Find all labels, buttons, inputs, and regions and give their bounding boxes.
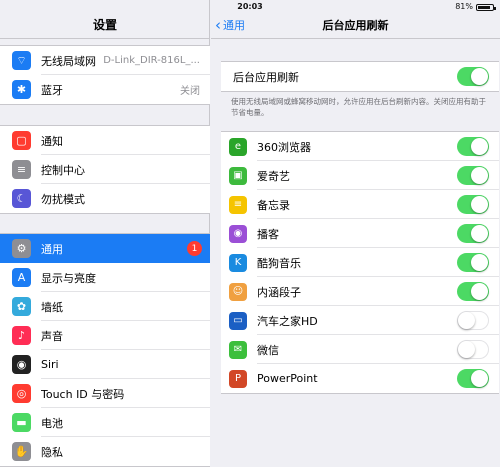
sidebar-item-sounds[interactable]: ♪ 声音 (0, 321, 210, 350)
app-refresh-list: e 360浏览器 ▣ 爱奇艺 ≡ 备忘录 ◉ 播客 K 酷狗音乐 ☺ 内涵段子 ▭ 汽车之家HD ✉ 微信 P P… (221, 131, 499, 394)
app-refresh-toggle[interactable] (457, 282, 489, 301)
app-refresh-toggle[interactable] (457, 137, 489, 156)
page-title: 后台应用刷新 (322, 19, 389, 32)
touch-id-icon: ◎ (12, 384, 31, 403)
sidebar-item-label: 隐私 (41, 445, 63, 459)
podcasts-icon: ◉ (229, 224, 247, 243)
app-row-podcasts: ◉ 播客 (221, 219, 499, 248)
app-refresh-toggle[interactable] (457, 311, 489, 330)
sidebar-item-label: 蓝牙 (41, 83, 63, 97)
app-row-browser-360: e 360浏览器 (221, 132, 499, 161)
sidebar-item-value: 关闭 (180, 86, 200, 97)
sidebar-title: 设置 (92, 18, 117, 32)
wallpaper-icon: ✿ (12, 297, 31, 316)
sidebar-group-connectivity: ⌔ 无线局域网 D-Link_DIR-816L_... ✱ 蓝牙 关闭 (0, 45, 210, 105)
sidebar-item-wallpaper[interactable]: ✿ 墙纸 (0, 292, 210, 321)
siri-icon: ◉ (12, 355, 31, 374)
master-toggle-group: 后台应用刷新 (221, 61, 499, 92)
sidebar-item-label: 电池 (41, 416, 63, 430)
app-refresh-toggle[interactable] (457, 369, 489, 388)
iqiyi-icon: ▣ (229, 166, 247, 185)
sidebar-group-notifications: ▢ 通知 ≡ 控制中心 ☾ 勿扰模式 (0, 125, 210, 214)
sidebar-item-siri[interactable]: ◉ Siri (0, 350, 210, 379)
app-row-autohome: ▭ 汽车之家HD (221, 306, 499, 335)
sidebar-item-battery[interactable]: ▬ 电池 (0, 408, 210, 437)
sidebar-item-notifications[interactable]: ▢ 通知 (0, 126, 210, 155)
settings-sidebar: 设置 ⌔ 无线局域网 D-Link_DIR-816L_... ✱ 蓝牙 关闭 ▢ 通知 ≡ 控制… (0, 0, 210, 467)
browser-360-icon: e (229, 137, 247, 156)
sidebar-item-control-center[interactable]: ≡ 控制中心 (0, 155, 210, 184)
app-name: 微信 (257, 343, 279, 357)
master-refresh-toggle[interactable] (457, 67, 489, 86)
autohome-icon: ▭ (229, 311, 247, 330)
sidebar-item-wifi[interactable]: ⌔ 无线局域网 D-Link_DIR-816L_... (0, 46, 210, 75)
app-name: 爱奇艺 (257, 169, 290, 183)
sidebar-item-display-brightness[interactable]: A 显示与亮度 (0, 263, 210, 292)
sidebar-item-do-not-disturb[interactable]: ☾ 勿扰模式 (0, 184, 210, 213)
master-refresh-row: 后台应用刷新 (221, 62, 499, 91)
divider (211, 38, 500, 39)
battery-icon: ▬ (12, 413, 31, 432)
kugou-music-icon: K (229, 253, 247, 272)
bluetooth-icon: ✱ (12, 80, 31, 99)
sidebar-item-touch-id[interactable]: ◎ Touch ID 与密码 (0, 379, 210, 408)
app-row-wechat: ✉ 微信 (221, 335, 499, 364)
sidebar-group-general: ⚙ 通用 1 A 显示与亮度 ✿ 墙纸 ♪ 声音 ◉ Siri ◎ Touch ID 与密码 ▬ 电池 ✋ 隐私 (0, 233, 210, 467)
app-row-notes: ≡ 备忘录 (221, 190, 499, 219)
sidebar-item-privacy-hand[interactable]: ✋ 隐私 (0, 437, 210, 466)
update-badge: 1 (187, 241, 202, 256)
notes-icon: ≡ (229, 195, 247, 214)
sidebar-item-label: 通知 (41, 134, 63, 148)
wechat-icon: ✉ (229, 340, 247, 359)
app-name: 备忘录 (257, 198, 290, 212)
app-name: 360浏览器 (257, 140, 311, 154)
refresh-description: 使用无线局域网或蜂窝移动网时，允许应用在后台刷新内容。关闭应用有助于节省电量。 (231, 97, 486, 117)
app-name: 播客 (257, 227, 279, 241)
background-refresh-pane: ‹ 通用 后台应用刷新 后台应用刷新 使用无线局域网或蜂窝移动网时，允许应用在后… (211, 0, 500, 467)
app-refresh-toggle[interactable] (457, 340, 489, 359)
app-name: 汽车之家HD (257, 314, 318, 328)
app-row-kugou-music: K 酷狗音乐 (221, 248, 499, 277)
control-center-icon: ≡ (12, 160, 31, 179)
sidebar-item-value: D-Link_DIR-816L_... (103, 55, 200, 66)
sidebar-item-label: 声音 (41, 329, 63, 343)
sidebar-item-general-gear[interactable]: ⚙ 通用 1 (0, 234, 210, 263)
powerpoint-icon: P (229, 369, 247, 388)
notifications-icon: ▢ (12, 131, 31, 150)
privacy-hand-icon: ✋ (12, 442, 31, 461)
sidebar-item-label: Touch ID 与密码 (41, 387, 125, 401)
app-row-powerpoint: P PowerPoint (221, 364, 499, 393)
sidebar-item-label: 控制中心 (41, 163, 85, 177)
app-row-neihan-duanzi: ☺ 内涵段子 (221, 277, 499, 306)
sidebar-item-label: 无线局域网 (41, 54, 96, 68)
do-not-disturb-icon: ☾ (12, 189, 31, 208)
app-refresh-toggle[interactable] (457, 224, 489, 243)
app-refresh-toggle[interactable] (457, 253, 489, 272)
app-refresh-toggle[interactable] (457, 166, 489, 185)
master-refresh-label: 后台应用刷新 (233, 70, 299, 84)
display-brightness-icon: A (12, 268, 31, 287)
sidebar-item-bluetooth[interactable]: ✱ 蓝牙 关闭 (0, 75, 210, 104)
app-name: 酷狗音乐 (257, 256, 301, 270)
neihan-duanzi-icon: ☺ (229, 282, 247, 301)
wifi-icon: ⌔ (12, 51, 31, 70)
general-gear-icon: ⚙ (12, 239, 31, 258)
app-name: 内涵段子 (257, 285, 301, 299)
sidebar-item-label: 墙纸 (41, 300, 63, 314)
sidebar-item-label: 通用 (41, 242, 63, 256)
sidebar-item-label: Siri (41, 358, 59, 371)
divider (0, 38, 210, 39)
sounds-icon: ♪ (12, 326, 31, 345)
app-refresh-toggle[interactable] (457, 195, 489, 214)
app-row-iqiyi: ▣ 爱奇艺 (221, 161, 499, 190)
sidebar-item-label: 显示与亮度 (41, 271, 96, 285)
sidebar-item-label: 勿扰模式 (41, 192, 85, 206)
app-name: PowerPoint (257, 372, 318, 385)
